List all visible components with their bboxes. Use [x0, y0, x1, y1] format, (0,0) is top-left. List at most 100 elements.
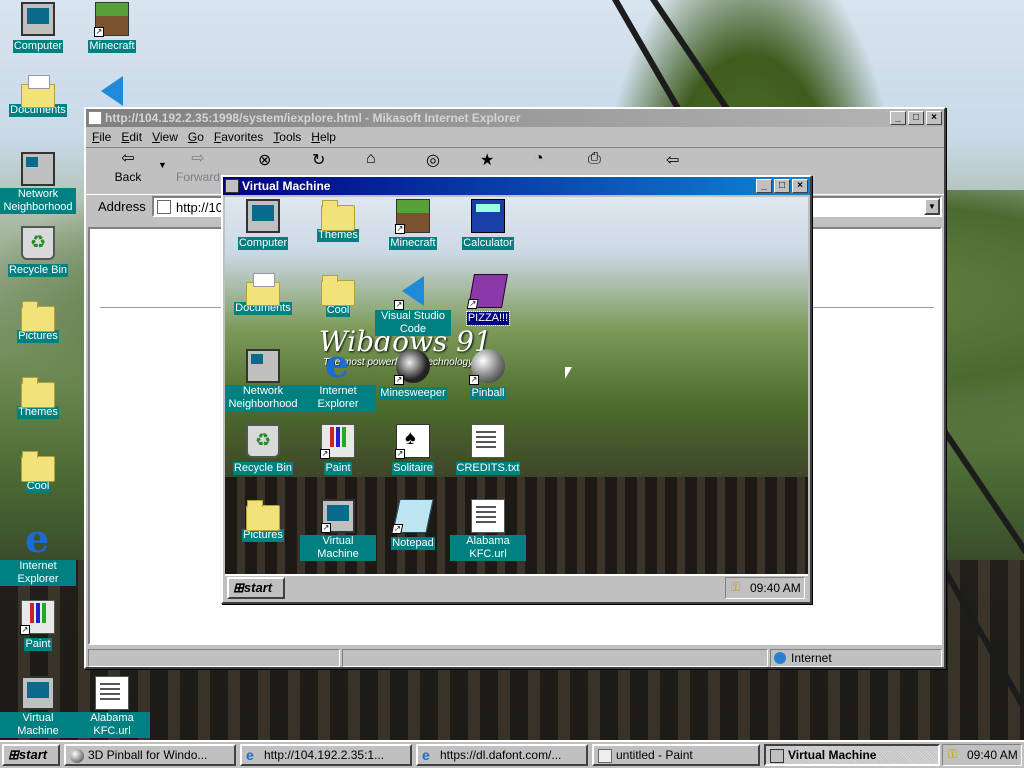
- vm-icon-network-neighborhood[interactable]: Network Neighborhood: [225, 349, 301, 411]
- menu-tools[interactable]: Tools: [273, 130, 301, 144]
- computer-icon: [225, 179, 239, 193]
- vm-icon-computer[interactable]: Computer: [225, 199, 301, 250]
- vm-icon-minesweeper[interactable]: ↗ Minesweeper: [375, 349, 451, 400]
- vm-icon-credits[interactable]: CREDITS.txt: [450, 424, 526, 475]
- desktop-icon-alabama-kfc[interactable]: Alabama KFC.url: [74, 676, 150, 738]
- solitaire-icon: ↗: [395, 424, 430, 459]
- text-file-icon: [471, 424, 505, 458]
- vm-icon-label: Virtual Machine: [300, 535, 376, 561]
- home-icon[interactable]: ⌂: [366, 150, 376, 168]
- vm-icon-label: Minecraft: [389, 237, 437, 250]
- recycle-bin-icon: [246, 424, 280, 458]
- forward-arrow-icon: ⇨: [191, 150, 205, 167]
- refresh-icon[interactable]: ↻: [312, 150, 325, 170]
- vm-icon-paint[interactable]: ↗ Paint: [300, 424, 376, 475]
- forward-button[interactable]: ⇨ Forward: [170, 148, 226, 194]
- vm-icon-pinball[interactable]: ↗ Pinball: [450, 349, 526, 400]
- vm-icon-solitaire[interactable]: ↗ Solitaire: [375, 424, 451, 475]
- vm-icon-pictures[interactable]: Pictures: [225, 499, 301, 542]
- desktop-icon-minecraft[interactable]: ↗ Minecraft: [74, 2, 150, 53]
- forward-label: Forward: [175, 170, 220, 184]
- paint-icon: [598, 749, 612, 763]
- address-dropdown-button[interactable]: ▼: [924, 198, 940, 215]
- vm-icon-documents[interactable]: Documents: [225, 273, 301, 315]
- print-icon[interactable]: ⎙: [588, 150, 601, 168]
- vm-system-tray: ⚿ 09:40 AM: [725, 577, 805, 599]
- back-button[interactable]: ⇦ Back: [100, 148, 156, 194]
- menu-go[interactable]: Go: [188, 130, 204, 144]
- clock: 09:40 AM: [967, 748, 1018, 762]
- vm-icon-internet-explorer[interactable]: Internet Explorer: [300, 341, 376, 411]
- back-label: Back: [114, 170, 142, 184]
- vm-icon-minecraft[interactable]: ↗ Minecraft: [375, 199, 451, 250]
- task-paint[interactable]: untitled - Paint: [592, 744, 760, 766]
- vm-screen[interactable]: Wibdows 91 The most powerful PC technolo…: [225, 197, 808, 574]
- task-virtual-machine[interactable]: Virtual Machine: [764, 744, 940, 766]
- history-icon[interactable]: ◔: [534, 150, 544, 168]
- desktop-icon-cool[interactable]: Cool: [0, 450, 76, 493]
- ie-icon: [321, 341, 355, 386]
- vm-icon-vscode[interactable]: ↗ Visual Studio Code: [375, 274, 451, 336]
- key-icon: ⚿: [731, 580, 741, 594]
- vm-icon-cool[interactable]: Cool: [300, 274, 376, 317]
- status-zone: Internet: [770, 649, 942, 667]
- address-label: Address: [98, 199, 146, 214]
- browser-statusbar: Internet: [86, 647, 944, 669]
- task-ie-1[interactable]: e http://104.192.2.35:1...: [240, 744, 412, 766]
- task-label: http://104.192.2.35:1...: [264, 748, 385, 762]
- task-pinball[interactable]: 3D Pinball for Windo...: [64, 744, 236, 766]
- vm-icon-label: Notepad: [391, 537, 435, 550]
- vm-icon-notepad[interactable]: ↗ Notepad: [375, 499, 451, 550]
- ie-icon: [21, 516, 55, 561]
- vm-titlebar[interactable]: Virtual Machine _ □ ×: [223, 177, 810, 195]
- vm-icon-label: Computer: [237, 237, 289, 250]
- desktop-icon-network-neighborhood[interactable]: Network Neighborhood: [0, 152, 76, 214]
- desktop-icon-internet-explorer[interactable]: Internet Explorer: [0, 516, 76, 586]
- task-ie-2[interactable]: e https://dl.dafont.com/...: [416, 744, 588, 766]
- notepad-icon: ↗: [391, 499, 434, 534]
- vm-icon-alabama-kfc[interactable]: Alabama KFC.url: [450, 499, 526, 561]
- maximize-button[interactable]: □: [774, 179, 790, 193]
- back-dropdown-icon[interactable]: ▼: [158, 160, 167, 170]
- discuss-icon[interactable]: ⇦: [666, 150, 679, 170]
- minimize-button[interactable]: _: [756, 179, 772, 193]
- menu-view[interactable]: View: [152, 130, 178, 144]
- menu-file[interactable]: File: [92, 130, 111, 144]
- desktop-icon-paint[interactable]: ↗ Paint: [0, 600, 76, 651]
- documents-icon: [21, 75, 55, 108]
- task-label: Virtual Machine: [788, 748, 877, 762]
- desktop-icon-documents[interactable]: Documents: [0, 75, 76, 117]
- minimize-button[interactable]: _: [890, 111, 906, 125]
- vm-taskbar: ⊞start ⚿ 09:40 AM: [225, 574, 808, 600]
- zone-label: Internet: [791, 651, 832, 665]
- key-icon: ⚿: [948, 747, 958, 761]
- stop-icon[interactable]: ⊗: [258, 150, 271, 170]
- desktop-icon-recycle-bin[interactable]: Recycle Bin: [0, 226, 76, 277]
- vm-icon-virtual-machine[interactable]: ↗ Virtual Machine: [300, 499, 376, 561]
- vm-icon-label: CREDITS.txt: [455, 462, 521, 475]
- desktop-icon-themes[interactable]: Themes: [0, 376, 76, 419]
- search-icon[interactable]: ◎: [426, 150, 440, 170]
- desktop-icon-virtual-machine[interactable]: Virtual Machine: [0, 676, 76, 738]
- browser-titlebar[interactable]: http://104.192.2.35:1998/system/iexplore…: [86, 109, 944, 127]
- maximize-button[interactable]: □: [908, 111, 924, 125]
- mouse-cursor-icon: [565, 367, 572, 379]
- close-button[interactable]: ×: [926, 111, 942, 125]
- vm-icon-label: Network Neighborhood: [225, 385, 301, 411]
- menu-favorites[interactable]: Favorites: [214, 130, 263, 144]
- favorites-icon[interactable]: ★: [480, 150, 494, 170]
- vm-icon-pizza[interactable]: ↗ PIZZA!!!: [450, 274, 526, 326]
- start-button[interactable]: ⊞start: [2, 744, 60, 766]
- vm-window: Virtual Machine _ □ × Wibdows 91 The mos…: [221, 175, 812, 604]
- menu-edit[interactable]: Edit: [121, 130, 142, 144]
- desktop-icon-vscode[interactable]: [74, 74, 150, 110]
- vm-icon-calculator[interactable]: Calculator: [450, 199, 526, 250]
- vm-icon-themes[interactable]: Themes: [300, 199, 376, 242]
- close-button[interactable]: ×: [792, 179, 808, 193]
- vm-icon-recycle-bin[interactable]: Recycle Bin: [225, 424, 301, 475]
- menu-help[interactable]: Help: [311, 130, 336, 144]
- desktop-icon-computer[interactable]: Computer: [0, 2, 76, 53]
- vm-start-button[interactable]: ⊞start: [227, 577, 285, 599]
- system-tray: ⚿ 09:40 AM: [942, 744, 1022, 766]
- desktop-icon-pictures[interactable]: Pictures: [0, 300, 76, 343]
